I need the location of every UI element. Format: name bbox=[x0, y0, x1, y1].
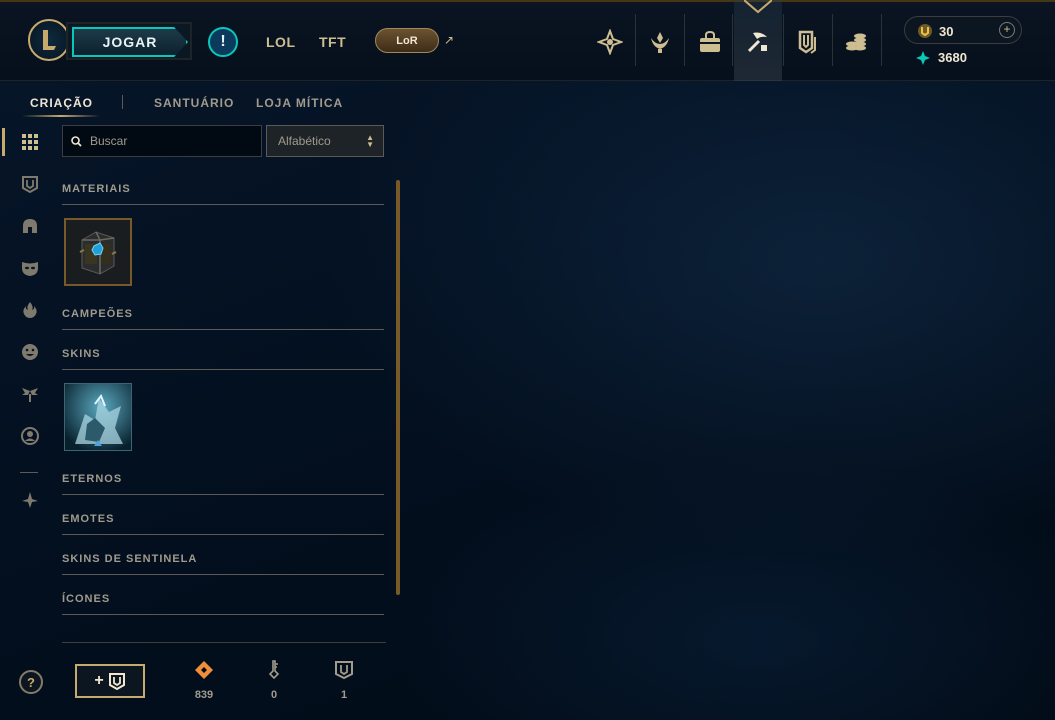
league-logo-icon[interactable] bbox=[28, 19, 70, 61]
category-skins[interactable]: SKINS bbox=[62, 348, 384, 370]
skin-shard-icon bbox=[65, 384, 131, 450]
top-bar: JOGAR ! LOL TFT LoR ↗ 30 + 3680 bbox=[0, 0, 1055, 81]
help-icon: ? bbox=[27, 674, 35, 690]
category-emotes[interactable]: EMOTES bbox=[62, 513, 384, 535]
category-eternals[interactable]: ETERNOS bbox=[62, 473, 384, 495]
ward-icon[interactable] bbox=[20, 300, 40, 320]
rp-icon bbox=[918, 24, 932, 38]
play-button[interactable]: JOGAR bbox=[66, 22, 192, 60]
nav-link-lol[interactable]: LOL bbox=[266, 34, 296, 50]
category-ward-skins[interactable]: SKINS DE SENTINELA bbox=[62, 553, 384, 575]
divider bbox=[122, 95, 123, 109]
compass-icon[interactable] bbox=[20, 490, 40, 510]
profile-icon[interactable] bbox=[20, 426, 40, 446]
chevron-updown-icon: ▲ ▼ bbox=[366, 133, 374, 149]
tab-mythic-shop[interactable]: LOJA MÍTICA bbox=[256, 96, 343, 110]
orange-essence-count: 839 bbox=[194, 689, 214, 701]
search-input[interactable] bbox=[90, 134, 250, 148]
loot-item-skin-shard[interactable] bbox=[64, 383, 132, 451]
tft-icon[interactable] bbox=[590, 22, 630, 62]
blue-essence-icon bbox=[916, 50, 930, 65]
divider bbox=[684, 14, 685, 66]
loot-item-chest[interactable] bbox=[64, 218, 132, 286]
divider bbox=[832, 14, 833, 66]
active-caret-icon bbox=[744, 0, 772, 14]
active-tab-underline bbox=[22, 115, 100, 117]
divider bbox=[732, 14, 733, 66]
key-counter: 0 bbox=[254, 660, 294, 701]
lor-button[interactable]: LoR bbox=[375, 28, 439, 53]
nav-link-tft[interactable]: TFT bbox=[319, 34, 346, 50]
collection-icon[interactable] bbox=[788, 22, 828, 62]
key-count: 0 bbox=[270, 689, 278, 701]
sidebar-divider bbox=[20, 472, 38, 473]
category-icons[interactable]: ÍCONES bbox=[62, 593, 384, 615]
category-materials[interactable]: MATERIAIS bbox=[62, 183, 384, 205]
craft-key-button[interactable]: + bbox=[75, 664, 145, 698]
search-icon bbox=[71, 135, 82, 147]
chest-count: 1 bbox=[340, 689, 348, 701]
rp-amount: 30 bbox=[939, 23, 954, 39]
search-box[interactable] bbox=[62, 125, 262, 157]
play-button-label: JOGAR bbox=[102, 34, 158, 50]
honor-icon[interactable] bbox=[640, 22, 680, 62]
helmet-icon[interactable] bbox=[20, 216, 40, 236]
category-champions[interactable]: CAMPEÕES bbox=[62, 308, 384, 330]
all-grid-icon[interactable] bbox=[20, 132, 40, 152]
divider bbox=[635, 14, 636, 66]
alert-icon[interactable]: ! bbox=[208, 27, 238, 57]
chest-icon bbox=[335, 661, 353, 680]
top-border bbox=[0, 0, 1055, 2]
add-rp-button[interactable]: + bbox=[999, 22, 1015, 38]
scrollbar[interactable] bbox=[396, 180, 400, 595]
orange-essence-icon bbox=[195, 661, 213, 679]
tab-crafting[interactable]: CRIAÇÃO bbox=[30, 96, 93, 110]
chest-icon bbox=[108, 673, 125, 690]
orange-essence-counter: 839 bbox=[184, 660, 224, 701]
sort-dropdown[interactable]: Alfabético ▲ ▼ bbox=[266, 125, 384, 157]
mask-icon[interactable] bbox=[20, 258, 40, 278]
sort-selected: Alfabético bbox=[278, 134, 331, 148]
footer-divider bbox=[62, 642, 386, 643]
loot-icon[interactable] bbox=[738, 22, 778, 62]
plus-label: + bbox=[94, 672, 104, 689]
lor-label: LoR bbox=[396, 34, 418, 47]
emote-icon[interactable] bbox=[20, 342, 40, 362]
external-link-icon: ↗ bbox=[444, 33, 455, 47]
key-icon bbox=[268, 660, 280, 680]
currency-stack-icon[interactable] bbox=[836, 22, 876, 62]
hextech-chest-icon bbox=[66, 220, 130, 284]
tab-sanctum[interactable]: SANTUÁRIO bbox=[154, 96, 234, 110]
blue-essence-balance: 3680 bbox=[916, 50, 967, 65]
sidebar-active-indicator bbox=[2, 128, 5, 156]
chest-icon[interactable] bbox=[20, 174, 40, 194]
rp-balance: 30 + bbox=[904, 16, 1022, 44]
help-button[interactable]: ? bbox=[19, 670, 43, 694]
blue-essence-amount: 3680 bbox=[938, 50, 967, 65]
wings-icon[interactable] bbox=[20, 384, 40, 404]
store-icon[interactable] bbox=[690, 22, 730, 62]
divider bbox=[783, 14, 784, 66]
chest-counter: 1 bbox=[324, 660, 364, 701]
divider bbox=[881, 14, 882, 66]
loot-window: JOGAR ! LOL TFT LoR ↗ 30 + 3680 CRIAÇÃO … bbox=[0, 0, 1055, 720]
